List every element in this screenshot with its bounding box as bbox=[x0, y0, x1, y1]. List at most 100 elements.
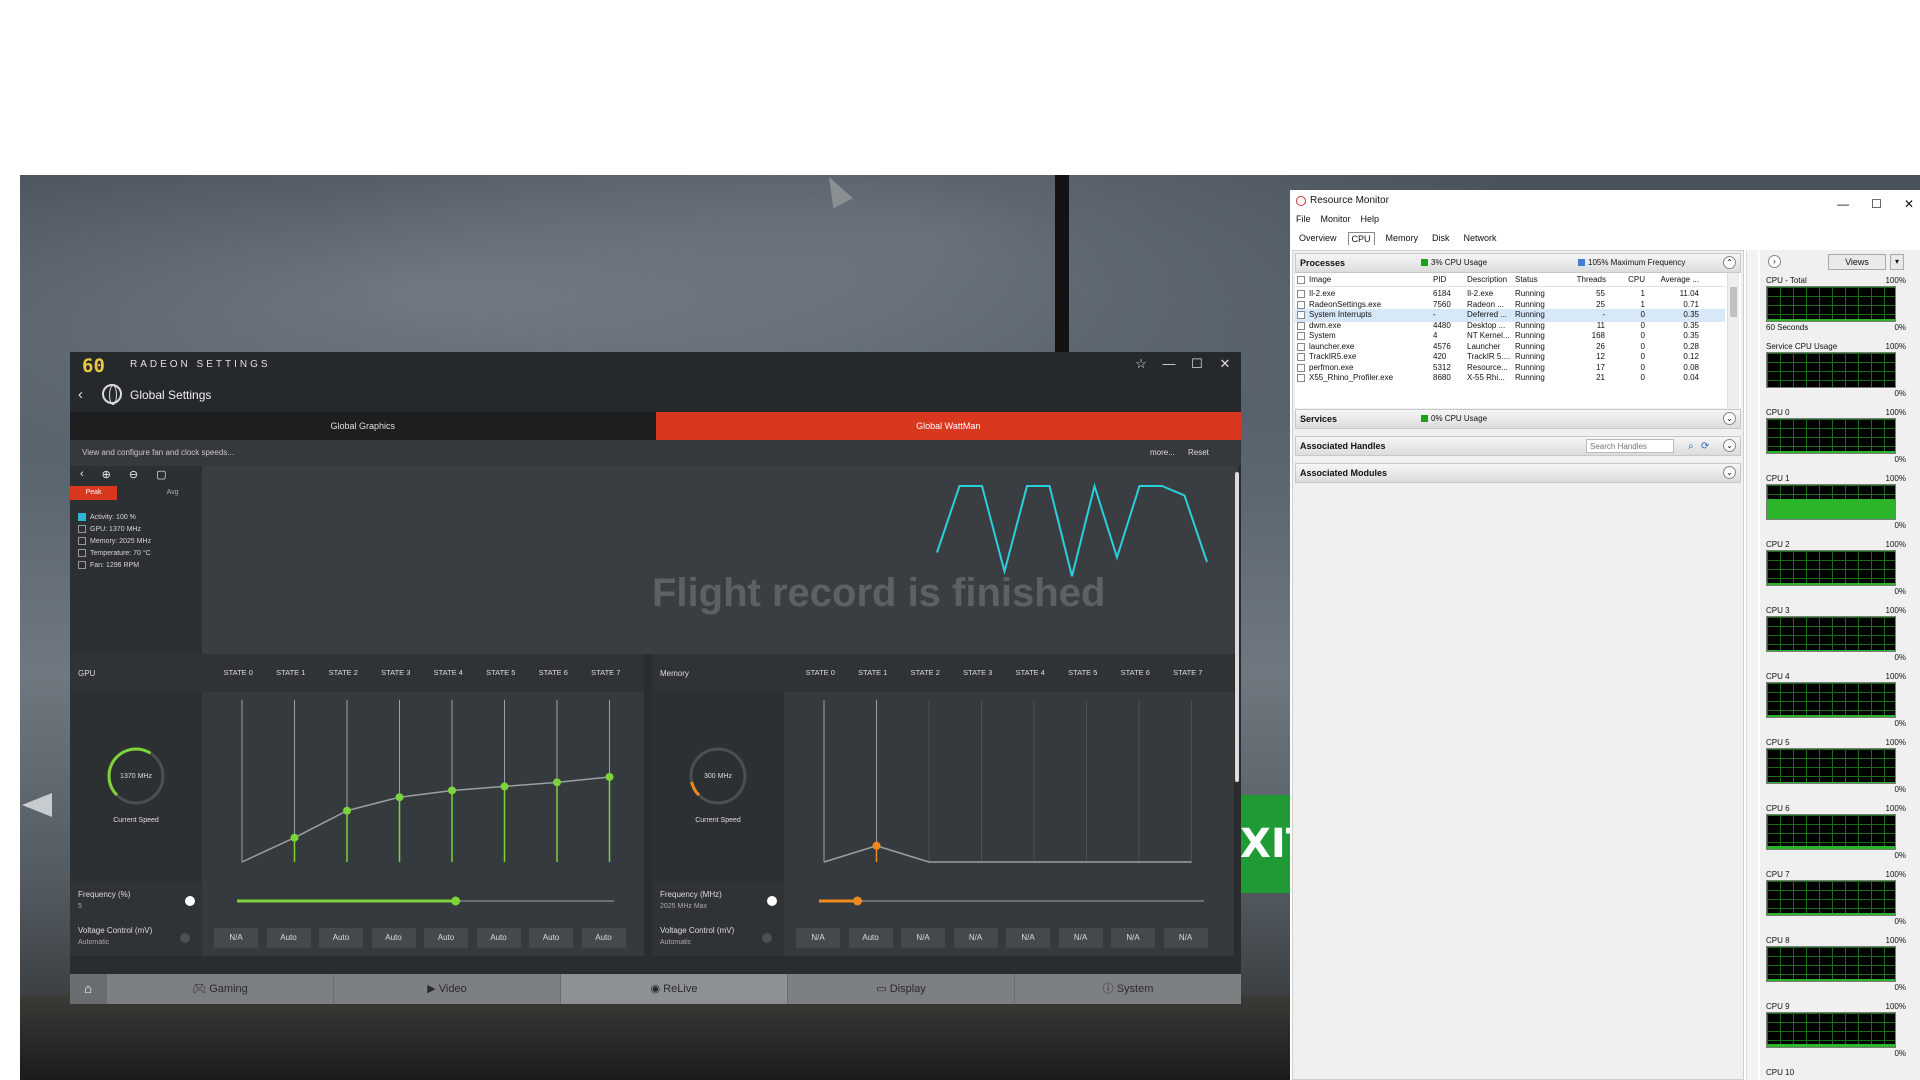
back-icon[interactable]: ‹ bbox=[78, 386, 83, 403]
state-point[interactable] bbox=[553, 778, 561, 787]
nav-display[interactable]: ▭ Display bbox=[787, 974, 1014, 1004]
peak-toggle[interactable]: Peak bbox=[70, 486, 118, 500]
tab-network[interactable]: Network bbox=[1461, 232, 1500, 245]
chevron-left-icon[interactable]: ‹ bbox=[80, 468, 84, 481]
more-link[interactable]: more... bbox=[1150, 440, 1175, 466]
search-icon[interactable]: ⌕ bbox=[1688, 438, 1694, 456]
search-handles-input[interactable] bbox=[1586, 439, 1674, 453]
scrollbar[interactable] bbox=[1235, 472, 1239, 782]
checkbox-icon[interactable] bbox=[1297, 374, 1305, 382]
memory-voltage-field[interactable]: N/A bbox=[953, 928, 998, 948]
nav-video[interactable]: ▶ Video bbox=[333, 974, 560, 1004]
gpu-voltage-field[interactable]: Auto bbox=[581, 928, 626, 948]
checkbox-icon[interactable] bbox=[1297, 353, 1305, 361]
column-header[interactable]: Status bbox=[1515, 274, 1538, 287]
memory-voltage-toggle[interactable] bbox=[762, 933, 772, 943]
legend-item[interactable]: Activity: 100 % bbox=[78, 511, 151, 523]
menu-help[interactable]: Help bbox=[1361, 214, 1380, 224]
tab-disk[interactable]: Disk bbox=[1429, 232, 1453, 245]
avg-toggle[interactable]: Avg bbox=[143, 486, 202, 500]
close-icon[interactable]: ✕ bbox=[1217, 356, 1233, 372]
chevron-down-icon[interactable]: ⌄ bbox=[1723, 466, 1736, 479]
state-point[interactable] bbox=[605, 772, 614, 781]
gpu-voltage-field[interactable]: Auto bbox=[529, 928, 573, 948]
scrollbar-thumb[interactable] bbox=[1730, 287, 1737, 317]
checkbox-icon[interactable] bbox=[1297, 321, 1305, 330]
memory-voltage-field[interactable]: N/A bbox=[796, 928, 840, 948]
checkbox-icon[interactable] bbox=[78, 537, 86, 545]
gpu-voltage-field[interactable]: Auto bbox=[476, 928, 521, 948]
zoom-in-icon[interactable]: ⊕ bbox=[102, 468, 111, 481]
state-point[interactable] bbox=[343, 806, 351, 815]
left-pane-scrollbar[interactable] bbox=[1746, 250, 1758, 1080]
expand-pane-icon[interactable]: › bbox=[1768, 255, 1781, 268]
column-header[interactable]: Description bbox=[1467, 274, 1507, 287]
state-point[interactable] bbox=[290, 833, 299, 842]
minimize-icon[interactable]: — bbox=[1837, 193, 1849, 215]
memory-voltage-field[interactable]: N/A bbox=[1058, 928, 1103, 948]
menu-monitor[interactable]: Monitor bbox=[1321, 214, 1351, 224]
checkbox-icon[interactable] bbox=[78, 525, 86, 533]
minimize-icon[interactable]: — bbox=[1161, 356, 1177, 372]
services-header[interactable]: Services 0% CPU Usage ⌄ bbox=[1295, 409, 1741, 429]
legend-item[interactable]: Temperature: 70 °C bbox=[78, 547, 151, 559]
refresh-icon[interactable]: ⟳ bbox=[1701, 438, 1709, 456]
processes-header[interactable]: Processes 3% CPU Usage 105% Maximum Freq… bbox=[1295, 253, 1741, 273]
memory-voltage-field[interactable]: N/A bbox=[1111, 928, 1155, 948]
state-point[interactable] bbox=[448, 786, 456, 795]
nav-gaming[interactable]: 🎮︎ Gaming bbox=[106, 974, 333, 1004]
tab-cpu[interactable]: CPU bbox=[1347, 232, 1375, 245]
checkbox-icon[interactable] bbox=[1297, 342, 1305, 351]
state-point[interactable] bbox=[500, 782, 509, 791]
chevron-down-icon[interactable]: ▾ bbox=[1890, 254, 1904, 270]
nav-system[interactable]: ⓘ System bbox=[1014, 974, 1241, 1004]
checkbox-icon[interactable] bbox=[1297, 290, 1305, 298]
legend-item[interactable]: Fan: 1296 RPM bbox=[78, 559, 151, 571]
menu-file[interactable]: File bbox=[1296, 214, 1311, 224]
checkbox-icon[interactable] bbox=[1297, 363, 1305, 372]
memory-frequency-toggle[interactable] bbox=[767, 896, 777, 906]
gpu-voltage-field[interactable]: Auto bbox=[424, 928, 468, 948]
memory-voltage-field[interactable]: Auto bbox=[848, 928, 893, 948]
gpu-voltage-field[interactable]: Auto bbox=[319, 928, 363, 948]
legend-item[interactable]: Memory: 2025 MHz bbox=[78, 535, 151, 547]
gpu-voltage-field[interactable]: Auto bbox=[371, 928, 416, 948]
column-header[interactable]: Image bbox=[1309, 274, 1331, 287]
gpu-frequency-slider[interactable] bbox=[202, 882, 644, 920]
fullscreen-icon[interactable]: ▢ bbox=[156, 468, 166, 481]
checkbox-icon[interactable] bbox=[1297, 332, 1305, 340]
checkbox-icon[interactable] bbox=[78, 549, 86, 557]
column-header[interactable]: Average ... bbox=[1651, 274, 1699, 287]
reset-button[interactable]: Reset bbox=[1188, 440, 1209, 466]
star-icon[interactable]: ☆ bbox=[1133, 356, 1149, 372]
maximize-icon[interactable]: ☐ bbox=[1189, 356, 1205, 372]
tab-global-wattman[interactable]: Global WattMan bbox=[655, 412, 1241, 440]
column-header[interactable]: CPU bbox=[1613, 274, 1645, 287]
checkbox-icon[interactable] bbox=[1297, 300, 1305, 309]
checkbox-icon[interactable] bbox=[1297, 276, 1305, 284]
slider-knob[interactable] bbox=[451, 896, 461, 906]
state-point[interactable] bbox=[872, 841, 881, 850]
close-icon[interactable]: ✕ bbox=[1904, 193, 1914, 215]
gpu-frequency-toggle[interactable] bbox=[185, 896, 195, 906]
modules-header[interactable]: Associated Modules ⌄ bbox=[1295, 463, 1741, 483]
chevron-down-icon[interactable]: ⌄ bbox=[1723, 412, 1736, 425]
memory-frequency-slider[interactable] bbox=[784, 882, 1234, 920]
gpu-voltage-field[interactable]: Auto bbox=[266, 928, 311, 948]
chevron-down-icon[interactable]: ⌄ bbox=[1723, 439, 1736, 452]
handles-header[interactable]: Associated Handles ⌕ ⟳ ⌄ bbox=[1295, 436, 1741, 456]
memory-voltage-field[interactable]: N/A bbox=[901, 928, 945, 948]
legend-item[interactable]: GPU: 1370 MHz bbox=[78, 523, 151, 535]
scrollbar[interactable] bbox=[1727, 273, 1739, 408]
zoom-out-icon[interactable]: ⊖ bbox=[129, 468, 138, 481]
gpu-voltage-field[interactable]: N/A bbox=[214, 928, 258, 948]
memory-voltage-field[interactable]: N/A bbox=[1163, 928, 1208, 948]
state-point[interactable] bbox=[395, 793, 404, 802]
maximize-icon[interactable]: ☐ bbox=[1871, 193, 1882, 215]
checkbox-icon[interactable] bbox=[78, 513, 86, 521]
views-dropdown[interactable]: Views bbox=[1828, 254, 1886, 270]
chevron-up-icon[interactable]: ⌃ bbox=[1723, 256, 1736, 269]
gpu-voltage-toggle[interactable] bbox=[180, 933, 190, 943]
home-icon[interactable]: ⌂ bbox=[70, 974, 106, 1004]
tab-global-graphics[interactable]: Global Graphics bbox=[70, 412, 656, 440]
